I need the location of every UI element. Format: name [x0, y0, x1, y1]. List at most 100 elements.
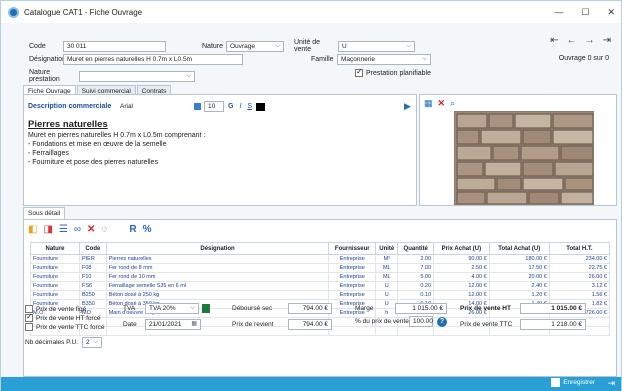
pct-value[interactable]: 100.00 [409, 316, 433, 327]
nature-prestation-row: Nature prestation ⌵ [29, 69, 195, 83]
table-cell: 234.00 € [548, 254, 611, 264]
table-cell: PIER [78, 254, 107, 264]
unite-label: Unité de vente [294, 39, 321, 53]
next-record-button[interactable]: → [585, 35, 595, 46]
subdetail-tabs: Sous détail [23, 207, 66, 219]
prix-fige-row: Prix de vente figé [25, 305, 86, 313]
col-code[interactable]: Code [78, 242, 107, 255]
col-prix-achat[interactable]: Prix Achat (U) [433, 242, 490, 255]
famille-select[interactable]: Maçonnerie ⌵ [337, 54, 431, 65]
recalc-button[interactable]: R [129, 224, 136, 235]
table-cell: M² [375, 254, 399, 264]
table-cell: 12.00 € [433, 290, 490, 300]
table-row[interactable]: Fourniture F10 Fer rond de 10 mm Entreprise… [30, 272, 611, 282]
table-cell: 0.20 [397, 281, 435, 291]
designation-input[interactable]: Muret en pierres naturelles H 0.7m x L0.… [63, 54, 243, 65]
minimize-button[interactable]: — [554, 7, 563, 17]
table-row[interactable]: Fourniture B250 Béton dosé à 250 kg Entrepr… [30, 290, 611, 300]
prix-ht-force-checkbox[interactable] [25, 312, 33, 322]
exit-icon[interactable]: ⇥ [607, 378, 615, 389]
percent-button[interactable]: % [143, 224, 152, 235]
tva-select[interactable]: TVA 20% ⌵ [145, 303, 199, 314]
code-input[interactable]: 30 011 [63, 40, 166, 52]
pv-ht-value[interactable]: 1 015.00 € [520, 303, 586, 314]
col-designation[interactable]: Désignation [105, 242, 330, 255]
table-cell: 17.50 € [488, 263, 550, 273]
tab-sous-detail[interactable]: Sous détail [23, 207, 66, 219]
table-row[interactable]: Fourniture FS6 Ferraillage semelle S35 en … [30, 281, 611, 291]
excel-icon[interactable] [202, 304, 210, 313]
bold-button[interactable]: G [228, 103, 233, 110]
col-total-ht[interactable]: Total H.T. [548, 242, 611, 255]
chevron-down-icon: ⌵ [422, 56, 427, 62]
description-line: Muret en pierres naturelles H 0.7m x L0.… [28, 132, 206, 139]
col-unite[interactable]: Unité [375, 242, 399, 255]
col-total-achat[interactable]: Total Achat (U) [488, 242, 550, 255]
close-button[interactable]: ✕ [607, 7, 615, 18]
font-picker-icon[interactable] [194, 103, 201, 110]
font-size-input[interactable]: 10 [204, 101, 224, 112]
table-cell: 180.00 € [488, 254, 550, 264]
revient-value: 794.00 € [288, 319, 332, 330]
refresh-icon[interactable]: ◌ [101, 224, 107, 235]
description-heading: Pierres naturelles [28, 119, 108, 130]
prix-fige-label: Prix de vente figé [36, 305, 87, 313]
description-text[interactable]: Pierres naturelles Muret en pierres natu… [28, 119, 205, 167]
last-record-button[interactable]: ⇥ [603, 35, 611, 46]
debourse-value: 794.00 € [288, 303, 332, 314]
revient-row: Prix de revient 794.00 € [232, 319, 332, 330]
unite-select[interactable]: U ⌵ [338, 40, 415, 52]
maximize-button[interactable]: ☐ [581, 7, 589, 18]
save-button[interactable]: Enregistrer [551, 378, 595, 387]
link-icon[interactable]: ∞ [74, 224, 81, 235]
col-fournisseur[interactable]: Fournisseur [328, 242, 377, 255]
prev-record-button[interactable]: ← [567, 35, 577, 46]
text-color-swatch[interactable] [256, 102, 266, 111]
record-navigation: ⇤ ← → ⇥ [550, 35, 611, 46]
calendar-icon[interactable]: ▦ [191, 320, 197, 329]
table-cell: Fourniture [30, 281, 80, 291]
description-panel: Description commerciale Arial 10 G I S ▶… [23, 94, 417, 206]
table-cell: 2.40 € [488, 281, 550, 291]
table-cell: Pierres naturelles [105, 254, 330, 264]
nb-decimales-label: Nb décimales P.U. [25, 339, 78, 346]
play-icon[interactable]: ▶ [404, 101, 411, 112]
date-value: 21/01/2021 [149, 321, 182, 328]
italic-button[interactable]: I [239, 103, 241, 110]
first-record-button[interactable]: ⇤ [550, 35, 558, 46]
nature-select[interactable]: Ouvrage ⌵ [226, 40, 284, 52]
delete-image-icon[interactable]: ✕ [438, 98, 446, 109]
code-row: Code 30 011 Nature Ouvrage ⌵ Unité de ve… [29, 39, 415, 53]
table-row[interactable]: Fourniture PIER Pierres naturelles Entrepri… [30, 254, 611, 264]
insert-icon[interactable]: ◨ [43, 224, 52, 235]
delete-row-icon[interactable]: ✕ [87, 224, 95, 235]
pct-label: % du prix de vente [355, 318, 409, 325]
list-add-icon[interactable]: ☰ [59, 224, 68, 235]
pv-ht-row: Prix de vente HT 1 015.00 € [460, 303, 586, 314]
nb-decimales-select[interactable]: 2 ⌵ [82, 337, 102, 348]
save-icon [551, 378, 561, 387]
table-row[interactable]: Fourniture F08 Fer rond de 8 mm Entreprise M… [30, 263, 611, 273]
pct-row: % du prix de vente 100.00 ? [355, 316, 447, 327]
revient-label: Prix de revient [232, 321, 274, 328]
preview-image-icon[interactable]: ⌕ [450, 98, 455, 109]
planifiable-checkbox[interactable] [355, 67, 363, 77]
image-tools-icon[interactable]: ▦ [424, 98, 433, 109]
col-quantite[interactable]: Quantité [397, 242, 435, 255]
table-cell: Fourniture [30, 272, 80, 282]
marge-label: Marge [355, 305, 374, 312]
font-name[interactable]: Arial [120, 103, 194, 110]
insert-first-icon[interactable]: ◧ [28, 224, 37, 235]
table-header-row: Nature Code Désignation Fournisseur Unit… [30, 242, 611, 255]
help-icon[interactable]: ? [437, 316, 447, 327]
nb-decimales-row: Nb décimales P.U. 2 ⌵ [25, 337, 102, 348]
chevron-down-icon: ⌵ [406, 42, 411, 49]
title-bar: Catalogue CAT1 - Fiche Ouvrage — ☐ ✕ [1, 1, 621, 23]
nature-prestation-select[interactable]: ⌵ [79, 70, 195, 82]
table-cell: Fourniture [30, 290, 80, 300]
table-toolbar: ◧ ◨ ☰ ∞ ✕ ◌ R % [28, 224, 152, 235]
underline-button[interactable]: S [247, 103, 252, 110]
col-nature[interactable]: Nature [30, 242, 80, 255]
date-input[interactable]: 21/01/2021 ▦ [145, 319, 201, 330]
prix-ttc-force-checkbox[interactable] [25, 323, 33, 331]
